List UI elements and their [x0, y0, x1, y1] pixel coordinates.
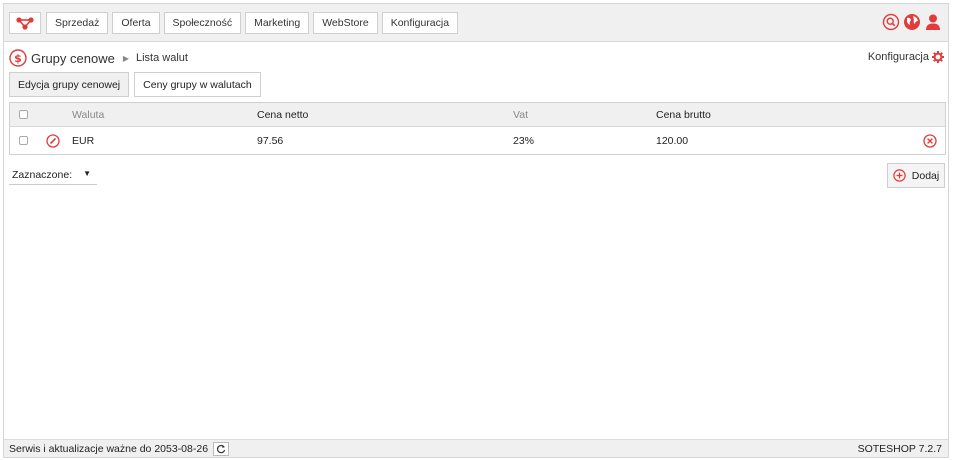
table-header-row: Waluta Cena netto Vat Cena brutto — [10, 103, 945, 127]
footer-service-info: Serwis i aktualizacje ważne do 2053-08-2… — [9, 442, 230, 456]
breadcrumb-current: Lista walut — [135, 52, 188, 64]
tab-ceny-w-walutach[interactable]: Ceny grupy w walutach — [134, 72, 261, 97]
cell-cena-brutto: 120.00 — [656, 134, 689, 147]
table-row: EUR 97.56 23% 120.00 — [10, 127, 945, 154]
refresh-button[interactable] — [213, 442, 230, 456]
header-waluta[interactable]: Waluta — [72, 103, 104, 126]
svg-text:$: $ — [14, 52, 22, 65]
bulk-action-select[interactable]: Zaznaczone: ▼ — [9, 165, 97, 185]
nav-item-sprzedaz[interactable]: Sprzedaż — [46, 12, 109, 34]
app-window: Sprzedaż Oferta Społeczność Marketing We… — [3, 3, 949, 458]
main-nav: Sprzedaż Oferta Społeczność Marketing We… — [46, 12, 462, 34]
currency-table: Waluta Cena netto Vat Cena brutto EUR 97… — [9, 102, 946, 155]
header-vat[interactable]: Vat — [513, 103, 528, 126]
cell-vat: 23% — [513, 134, 535, 147]
service-text: Serwis i aktualizacje ważne do 2053-08-2… — [9, 443, 209, 455]
footer: Serwis i aktualizacje ważne do 2053-08-2… — [4, 439, 948, 457]
globe-icon[interactable] — [903, 13, 921, 31]
currency-icon: $ — [9, 49, 27, 67]
plus-circle-icon — [893, 169, 906, 182]
search-icon[interactable] — [882, 13, 900, 31]
select-all-checkbox[interactable] — [19, 103, 28, 126]
user-icon[interactable] — [924, 13, 942, 31]
caret-down-icon: ▼ — [83, 169, 91, 178]
nav-item-spolecznosc[interactable]: Społeczność — [163, 12, 242, 34]
bulk-action-label: Zaznaczone: — [12, 168, 73, 181]
config-link[interactable]: Konfiguracja — [868, 51, 944, 63]
nav-item-marketing[interactable]: Marketing — [245, 12, 310, 34]
tab-edycja-grupy[interactable]: Edycja grupy cenowej — [9, 72, 130, 97]
breadcrumb: $ Grupy cenowe ▶ Lista walut — [9, 49, 188, 67]
config-link-label: Konfiguracja — [867, 51, 929, 63]
nav-item-konfiguracja[interactable]: Konfiguracja — [381, 12, 459, 34]
edit-icon[interactable] — [46, 127, 60, 154]
gear-icon — [932, 51, 944, 63]
logo-button[interactable] — [9, 12, 41, 34]
version-label: SOTESHOP 7.2.7 — [857, 443, 942, 455]
nav-item-oferta[interactable]: Oferta — [112, 12, 160, 34]
header-cena-brutto[interactable]: Cena brutto — [656, 103, 711, 126]
cell-cena-netto: 97.56 — [257, 134, 284, 147]
cell-waluta: EUR — [72, 134, 95, 147]
refresh-icon — [216, 444, 226, 454]
add-button-label: Dodaj — [911, 169, 940, 182]
nav-item-webstore[interactable]: WebStore — [313, 12, 378, 34]
row-checkbox[interactable] — [19, 127, 28, 154]
header-cena-netto[interactable]: Cena netto — [257, 103, 308, 126]
top-icons — [882, 13, 942, 31]
top-navigation-bar: Sprzedaż Oferta Społeczność Marketing We… — [4, 4, 948, 42]
breadcrumb-separator-icon: ▶ — [122, 53, 129, 63]
delete-icon[interactable] — [923, 127, 937, 154]
share-logo-icon — [16, 17, 34, 30]
sub-tabs: Edycja grupy cenowej Ceny grupy w waluta… — [9, 72, 261, 97]
add-button[interactable]: Dodaj — [887, 163, 945, 188]
breadcrumb-title[interactable]: Grupy cenowe — [31, 51, 115, 66]
